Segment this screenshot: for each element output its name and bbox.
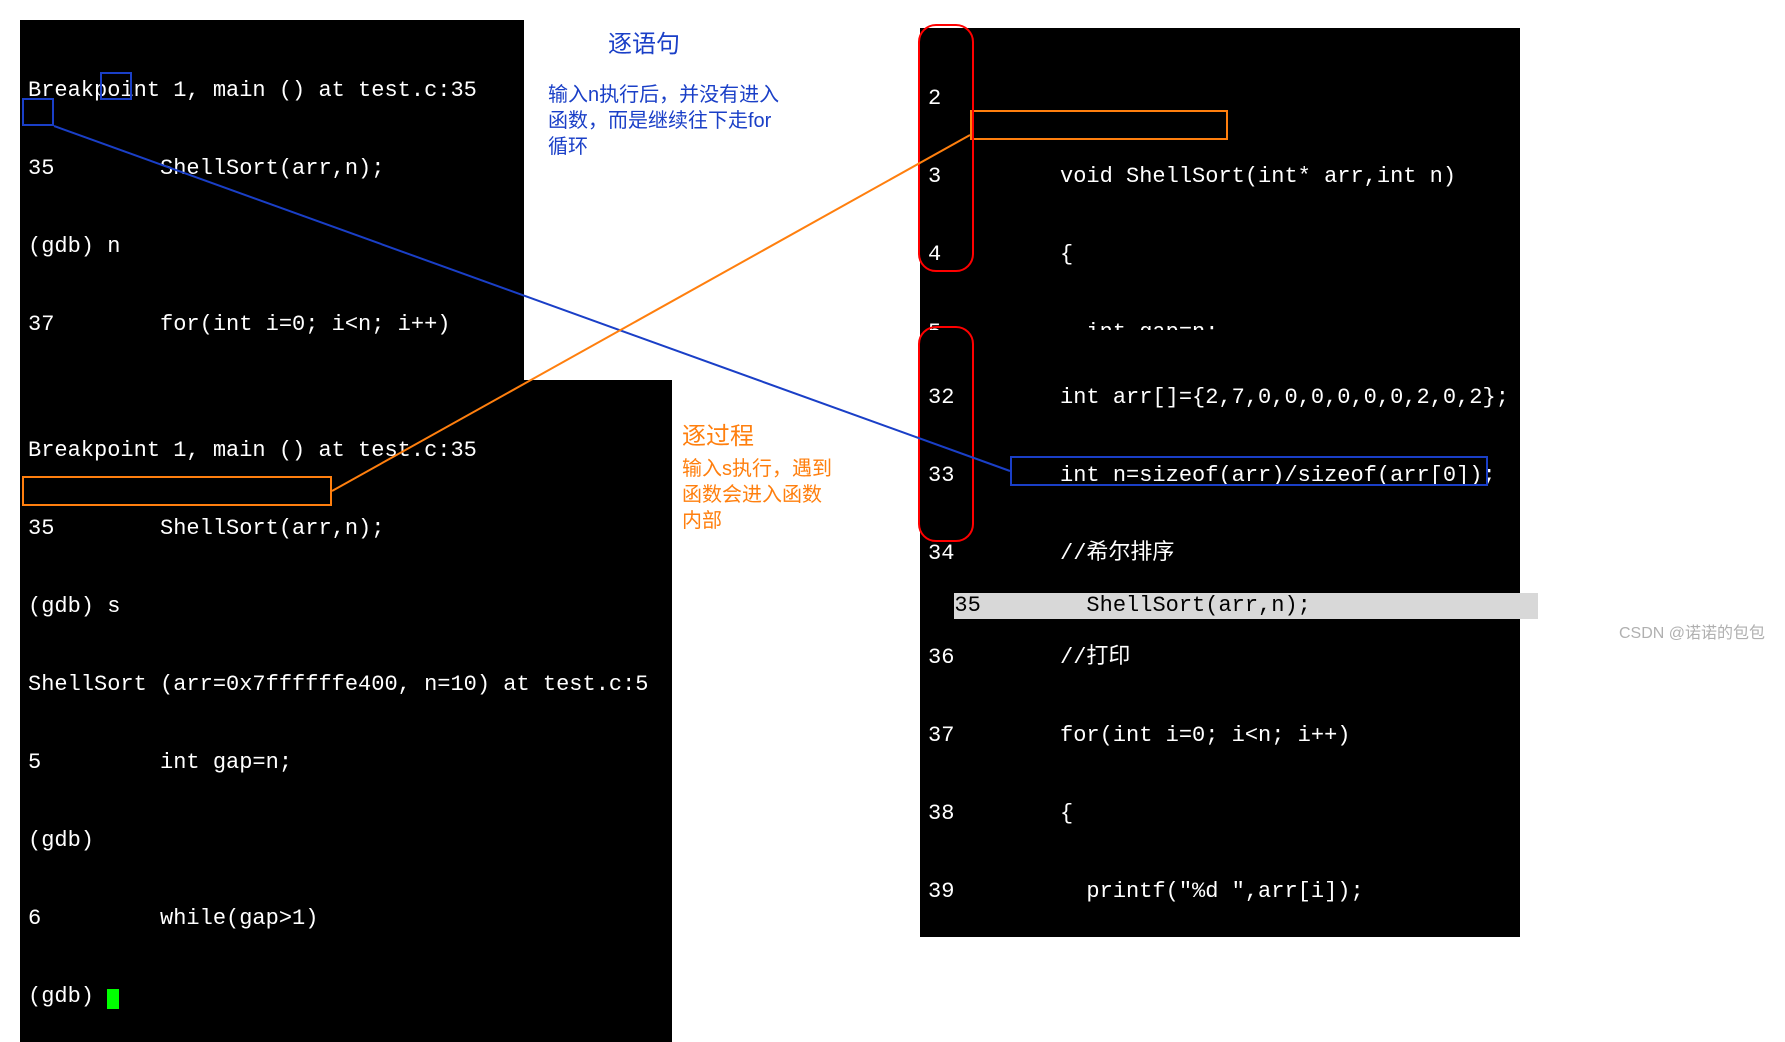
gdb-line: 35 ShellSort(arr,n);	[28, 156, 516, 182]
gdb-line: (gdb)	[28, 828, 664, 854]
gdb-line: (gdb) n	[28, 234, 516, 260]
gdb-line: 37 for(int i=0; i<n; i++)	[28, 312, 516, 338]
source-main-func: 32 int arr[]={2,7,0,0,0,0,0,0,2,0,2}; 33…	[920, 330, 1520, 937]
gdb-line: 5 int gap=n;	[28, 750, 664, 776]
watermark: CSDN @诺诺的包包	[1619, 619, 1765, 643]
gdb-line: Breakpoint 1, main () at test.c:35	[28, 438, 664, 464]
code-line: 2	[928, 86, 1512, 112]
code-line: 39 printf("%d ",arr[i]);	[928, 879, 1512, 905]
code-line-current: 35 ShellSort(arr,n);	[954, 593, 1538, 619]
code-line: 33 int n=sizeof(arr)/sizeof(arr[0]);	[928, 463, 1512, 489]
code-line: 37 for(int i=0; i<n; i++)	[928, 723, 1512, 749]
gdb-line: ShellSort (arr=0x7ffffffe400, n=10) at t…	[28, 672, 664, 698]
annotation-step-by-statement-title: 逐语句	[608, 32, 680, 58]
terminal-gdb-step: Breakpoint 1, main () at test.c:35 35 Sh…	[20, 380, 672, 1042]
code-line: 38 {	[928, 801, 1512, 827]
gdb-prompt[interactable]: (gdb)	[28, 984, 664, 1010]
gdb-line: (gdb) s	[28, 594, 664, 620]
gdb-line: 35 ShellSort(arr,n);	[28, 516, 664, 542]
annotation-step-into-body: 输入s执行，遇到 函数会进入函数 内部	[682, 456, 832, 534]
cursor-icon	[107, 989, 119, 1009]
gdb-line: 6 while(gap>1)	[28, 906, 664, 932]
code-line: 34 //希尔排序	[928, 541, 1512, 567]
code-line: 36 //打印	[928, 645, 1512, 671]
code-line: 32 int arr[]={2,7,0,0,0,0,0,0,2,0,2};	[928, 385, 1512, 411]
annotation-step-by-statement-body: 输入n执行后，并没有进入 函数，而是继续往下走for 循环	[548, 82, 779, 160]
gdb-line: Breakpoint 1, main () at test.c:35	[28, 78, 516, 104]
code-line: 3 void ShellSort(int* arr,int n)	[928, 164, 1512, 190]
annotation-step-into-title: 逐过程	[682, 424, 754, 450]
code-line: 4 {	[928, 242, 1512, 268]
